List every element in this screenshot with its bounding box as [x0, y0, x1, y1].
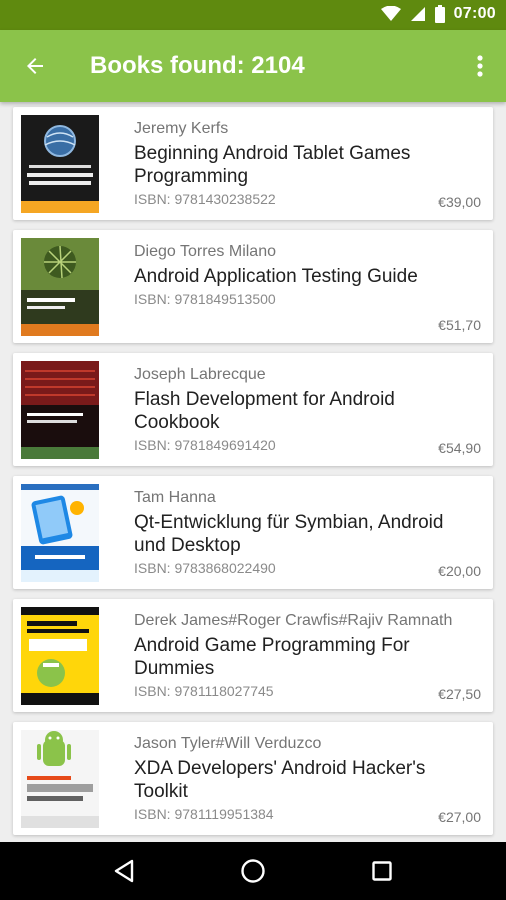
book-cover-image: [21, 238, 99, 336]
nav-home-button[interactable]: [229, 847, 277, 895]
book-list-item[interactable]: Diego Torres Milano Android Application …: [13, 230, 493, 343]
arrow-back-icon: [27, 58, 43, 74]
book-isbn: ISBN: 9781430238522: [134, 191, 276, 207]
page-title: Books found: 2104: [90, 52, 305, 79]
signal-icon: [410, 7, 425, 21]
book-isbn: ISBN: 9781119951384: [134, 806, 274, 822]
book-author: Derek James#Roger Crawfis#Rajiv Ramnath: [134, 612, 453, 629]
book-cover-image: [21, 115, 99, 213]
book-price: €27,50: [438, 686, 481, 702]
book-title: Qt-Entwicklung für Symbian, Android und …: [134, 512, 444, 556]
book-isbn: ISBN: 9781849691420: [134, 437, 276, 453]
battery-icon: [434, 5, 445, 23]
book-author: Tam Hanna: [134, 489, 216, 506]
book-cover-image: [21, 607, 99, 705]
nav-back-button[interactable]: [100, 847, 148, 895]
book-cover-image: [21, 484, 99, 582]
status-time: 07:00: [453, 5, 496, 22]
book-list-item[interactable]: Tam Hanna Qt-Entwicklung für Symbian, An…: [13, 476, 493, 589]
book-author: Diego Torres Milano: [134, 243, 276, 260]
book-list-item[interactable]: Derek James#Roger Crawfis#Rajiv Ramnath …: [13, 599, 493, 712]
book-title: Android Game Programming For Dummies: [134, 635, 410, 679]
wifi-icon: [380, 6, 401, 21]
status-icons: 07:00: [380, 5, 496, 23]
book-list-item[interactable]: Jason Tyler#Will Verduzco XDA Developers…: [13, 722, 493, 835]
back-triangle-icon: [115, 859, 134, 883]
book-price: €20,00: [438, 563, 481, 579]
book-cover-image: [21, 730, 99, 828]
app-bar: Books found: 2104: [0, 30, 506, 102]
back-button[interactable]: [18, 50, 52, 82]
recents-square-icon: [371, 861, 392, 881]
book-title: Flash Development for Android Cookbook: [134, 389, 395, 433]
nav-recents-button[interactable]: [358, 847, 406, 895]
book-cover-image: [21, 361, 99, 459]
book-author: Jason Tyler#Will Verduzco: [134, 735, 322, 752]
book-isbn: ISBN: 9781118027745: [134, 683, 274, 699]
more-vert-icon: [477, 55, 483, 77]
book-author: Jeremy Kerfs: [134, 120, 229, 137]
overflow-menu-button[interactable]: [468, 50, 492, 82]
book-price: €51,70: [438, 317, 481, 333]
home-circle-icon: [241, 859, 265, 883]
book-author: Joseph Labrecque: [134, 366, 266, 383]
book-list-item[interactable]: Jeremy Kerfs Beginning Android Tablet Ga…: [13, 107, 493, 220]
book-price: €39,00: [438, 194, 481, 210]
book-price: €54,90: [438, 440, 481, 456]
book-isbn: ISBN: 9781849513500: [134, 291, 276, 307]
book-isbn: ISBN: 9783868022490: [134, 560, 276, 576]
book-price: €27,00: [438, 809, 481, 825]
navigation-bar: [0, 842, 506, 900]
book-list[interactable]: Jeremy Kerfs Beginning Android Tablet Ga…: [0, 102, 506, 842]
status-bar: 07:00: [0, 0, 506, 30]
book-title: XDA Developers' Android Hacker's Toolkit: [134, 758, 426, 802]
book-list-item[interactable]: Joseph Labrecque Flash Development for A…: [13, 353, 493, 466]
book-title: Android Application Testing Guide: [134, 266, 418, 287]
book-title: Beginning Android Tablet Games Programmi…: [134, 143, 411, 187]
